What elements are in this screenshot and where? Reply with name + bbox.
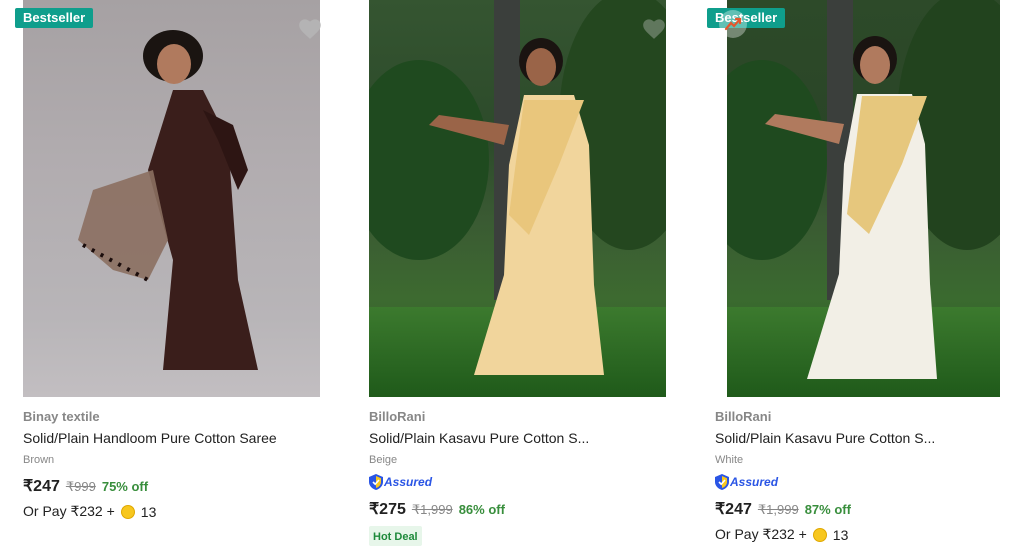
original-price: ₹1,999 <box>757 502 799 517</box>
product-title[interactable]: Solid/Plain Handloom Pure Cotton Saree <box>23 430 277 446</box>
heart-icon[interactable] <box>297 16 323 40</box>
product-color: Brown <box>23 454 55 466</box>
product-color: White <box>715 454 744 466</box>
saree-drape <box>429 95 604 375</box>
figure-head <box>157 44 191 84</box>
product-image[interactable] <box>727 0 1000 397</box>
trending-icon <box>719 10 747 38</box>
original-price: ₹999 <box>65 479 96 494</box>
heart-icon[interactable] <box>641 16 667 40</box>
selling-price: ₹247 <box>23 478 60 495</box>
or-pay-row: Or Pay ₹232 + 13 <box>715 526 848 543</box>
assured-label: Assured <box>730 475 779 489</box>
product-image[interactable] <box>369 0 666 397</box>
product-color: Beige <box>369 454 398 466</box>
original-price: ₹1,999 <box>411 502 453 517</box>
shield-icon <box>715 474 729 490</box>
or-pay-text: Or Pay ₹232 + <box>715 526 807 542</box>
assured-badge: Assured <box>715 474 778 490</box>
selling-price: ₹247 <box>715 501 752 518</box>
assured-badge: Assured <box>369 474 432 490</box>
brand-name: BilloRani <box>715 409 772 424</box>
figure-head <box>526 48 556 86</box>
supercoin-icon <box>120 504 135 519</box>
price-row: ₹275 ₹1,999 86% off <box>369 499 505 519</box>
brand-name: Binay textile <box>23 409 100 424</box>
or-pay-text: Or Pay ₹232 + <box>23 503 115 519</box>
saree-drape <box>78 90 258 370</box>
figure-head <box>860 46 890 84</box>
discount-percent: 87% off <box>804 502 851 517</box>
discount-percent: 75% off <box>101 479 149 494</box>
product-title[interactable]: Solid/Plain Kasavu Pure Cotton S... <box>715 430 935 446</box>
coin-count: 13 <box>140 503 157 520</box>
selling-price: ₹275 <box>369 501 406 518</box>
shield-icon <box>369 474 383 490</box>
price-row: ₹247 ₹1,999 87% off <box>715 499 851 519</box>
product-card[interactable]: Bestseller Binay textile Solid/Plain Han… <box>15 0 323 545</box>
hot-deal-tag: Hot Deal <box>369 526 422 546</box>
discount-percent: 86% off <box>458 502 505 517</box>
product-image[interactable] <box>23 0 320 397</box>
brand-name: BilloRani <box>369 409 426 424</box>
price-row: ₹247 ₹999 75% off <box>23 476 148 496</box>
product-card[interactable]: BilloRani Solid/Plain Kasavu Pure Cotton… <box>369 0 667 546</box>
supercoin-icon <box>812 527 827 542</box>
saree-drape <box>765 94 937 379</box>
coin-count: 13 <box>832 526 849 543</box>
or-pay-row: Or Pay ₹232 + 13 <box>23 503 156 520</box>
assured-label: Assured <box>384 475 433 489</box>
bestseller-badge: Bestseller <box>15 8 94 28</box>
product-card[interactable]: Bestseller BilloRani Solid/Plain Kasavu … <box>707 0 1000 545</box>
product-title[interactable]: Solid/Plain Kasavu Pure Cotton S... <box>369 430 589 446</box>
